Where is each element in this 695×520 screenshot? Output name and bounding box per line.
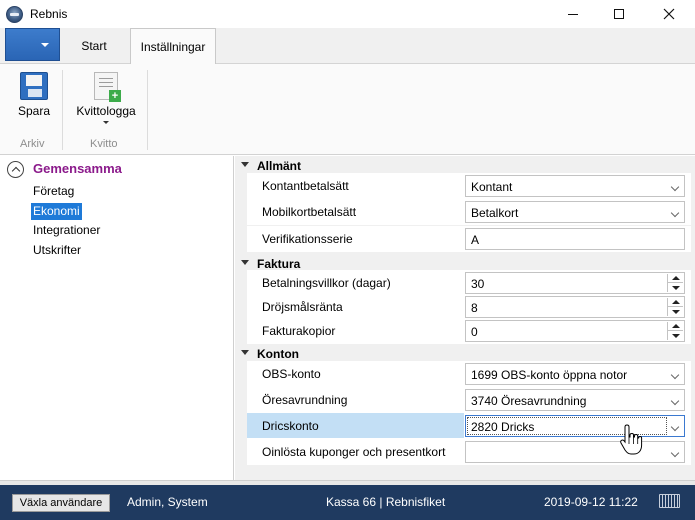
- keyboard-icon[interactable]: [659, 494, 680, 508]
- window-title: Rebnis: [30, 7, 68, 21]
- rounding-account-select[interactable]: 3740 Öresavrundning: [465, 389, 685, 411]
- cash-payment-method-select[interactable]: Kontant: [465, 175, 685, 197]
- invoice-copies-stepper[interactable]: 0: [465, 320, 685, 342]
- tab-start[interactable]: Start: [63, 28, 125, 64]
- expander-icon: [241, 350, 249, 355]
- spin-up-button[interactable]: [668, 274, 683, 283]
- obs-account-select[interactable]: 1699 OBS-konto öppna notor: [465, 363, 685, 385]
- switch-user-button[interactable]: Växla användare: [12, 494, 110, 512]
- maximize-icon: [614, 9, 624, 19]
- property-name: Kontantbetalsätt: [247, 173, 464, 199]
- payment-terms-stepper[interactable]: 30: [465, 272, 685, 294]
- tree-item-foretag[interactable]: Företag: [31, 183, 76, 200]
- property-name: Fakturakopior: [247, 318, 464, 344]
- floppy-disk-icon: [20, 72, 48, 100]
- ribbon-group-archive: Arkiv: [20, 138, 45, 150]
- property-row: Fakturakopior 0: [247, 318, 691, 344]
- property-row: Öresavrundning 3740 Öresavrundning: [247, 387, 691, 413]
- property-name: Oinlösta kuponger och presentkort: [247, 439, 464, 465]
- datetime: 2019-09-12 11:22: [544, 495, 638, 509]
- chevron-down-icon: [41, 43, 49, 47]
- receipt-logo-label: Kvittologga: [76, 104, 136, 118]
- property-name: Betalningsvillkor (dagar): [247, 270, 464, 296]
- current-user: Admin, System: [127, 495, 208, 509]
- category-label: Konton: [257, 347, 299, 361]
- minimize-icon: [568, 13, 578, 15]
- property-name: Dricskonto: [247, 413, 464, 439]
- chevron-down-icon: [670, 396, 680, 406]
- property-row: Mobilkortbetalsätt Betalkort: [247, 199, 691, 225]
- tree-item-utskrifter[interactable]: Utskrifter: [31, 242, 83, 259]
- chevron-down-icon: [670, 208, 680, 218]
- unredeemed-coupons-select[interactable]: [465, 441, 685, 463]
- expander-icon: [241, 260, 249, 265]
- app-logo-icon: [6, 6, 23, 23]
- property-name: Dröjsmålsränta: [247, 294, 464, 320]
- property-row: Verifikationsserie A: [247, 226, 691, 252]
- tips-account-select[interactable]: 2820 Dricks: [465, 415, 685, 437]
- property-name: OBS-konto: [247, 361, 464, 387]
- spin-down-button[interactable]: [668, 307, 683, 316]
- dropdown-caret-icon: [103, 121, 109, 124]
- maximize-button[interactable]: [596, 0, 642, 28]
- category-label: Faktura: [257, 257, 301, 271]
- application-menu-button[interactable]: [5, 28, 60, 61]
- card-payment-method-select[interactable]: Betalkort: [465, 201, 685, 223]
- property-row: OBS-konto 1699 OBS-konto öppna notor: [247, 361, 691, 387]
- hand-cursor-icon: [620, 424, 643, 455]
- ribbon-group-receipt: Kvitto: [90, 138, 118, 150]
- property-name: Verifikationsserie: [247, 226, 464, 252]
- tree-item-ekonomi[interactable]: Ekonomi: [31, 203, 82, 220]
- spin-down-button[interactable]: [668, 283, 683, 292]
- close-button[interactable]: [642, 0, 695, 28]
- chevron-down-icon: [670, 370, 680, 380]
- ribbon-group-divider: [147, 70, 148, 150]
- tab-settings[interactable]: Inställningar: [130, 28, 216, 65]
- close-icon: [663, 8, 674, 20]
- tree-item-integrationer[interactable]: Integrationer: [31, 222, 102, 239]
- late-interest-stepper[interactable]: 8: [465, 296, 685, 318]
- save-button-label: Spara: [17, 104, 51, 118]
- property-row: Dröjsmålsränta 8: [247, 294, 691, 320]
- chevron-down-icon: [670, 448, 680, 458]
- tree-root-gemensamma[interactable]: Gemensamma: [33, 161, 122, 176]
- category-label: Allmänt: [257, 159, 302, 173]
- expander-icon: [241, 162, 249, 167]
- register-info: Kassa 66 | Rebnisfiket: [326, 495, 446, 509]
- chevron-down-icon: [670, 422, 680, 432]
- property-name: Mobilkortbetalsätt: [247, 199, 464, 225]
- spin-up-button[interactable]: [668, 322, 683, 331]
- receipt-add-icon: +: [94, 72, 121, 102]
- collapse-toggle-button[interactable]: [7, 161, 24, 178]
- spin-down-button[interactable]: [668, 331, 683, 340]
- receipt-logo-button[interactable]: + Kvittologga: [72, 70, 140, 124]
- save-button[interactable]: Spara: [12, 70, 56, 118]
- minimize-button[interactable]: [550, 0, 596, 28]
- scrollbar[interactable]: [691, 156, 695, 481]
- chevron-up-icon: [11, 166, 20, 176]
- property-row: Betalningsvillkor (dagar) 30: [247, 270, 691, 296]
- ribbon-group-divider: [62, 70, 63, 150]
- property-name: Öresavrundning: [247, 387, 464, 413]
- spin-up-button[interactable]: [668, 298, 683, 307]
- property-row: Kontantbetalsätt Kontant: [247, 173, 691, 199]
- chevron-down-icon: [670, 182, 680, 192]
- verification-series-input[interactable]: A: [465, 228, 685, 250]
